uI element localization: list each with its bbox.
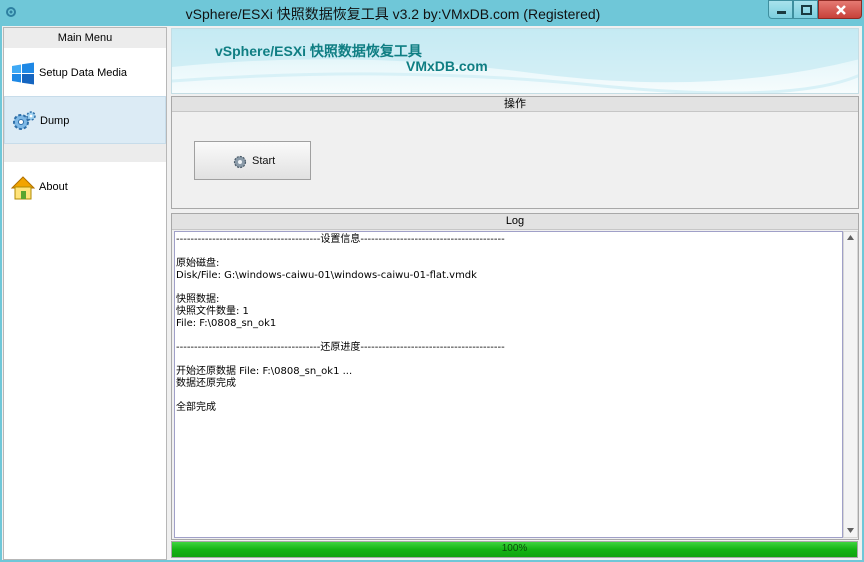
start-button[interactable]: Start	[194, 141, 311, 180]
title-bar: vSphere/ESXi 快照数据恢复工具 v3.2 by:VMxDB.com …	[0, 0, 864, 26]
minimize-button[interactable]	[768, 0, 793, 19]
progress-label: 100%	[501, 543, 528, 554]
log-line: Disk/File: G:\windows-caiwu-01\windows-c…	[176, 270, 477, 281]
operations-panel: 操作 Start	[171, 96, 859, 209]
gear-icon	[233, 155, 247, 169]
banner-site: VMxDB.com	[406, 58, 488, 74]
log-scrollbar[interactable]	[843, 231, 858, 538]
sidebar-separator	[4, 144, 166, 162]
banner-title: vSphere/ESXi 快照数据恢复工具	[215, 43, 422, 59]
log-line: 开始还原数据 File: F:\0808_sn_ok1 ...	[176, 366, 353, 377]
operations-header: 操作	[172, 97, 858, 112]
close-icon	[836, 5, 846, 15]
windows-icon	[12, 62, 34, 85]
log-line: 快照数据:	[176, 294, 220, 305]
scroll-down-icon[interactable]	[847, 528, 854, 533]
sidebar-item-setup-data-media[interactable]: Setup Data Media	[4, 49, 166, 97]
window-title: vSphere/ESXi 快照数据恢复工具 v3.2 by:VMxDB.com …	[185, 6, 601, 22]
banner-wave-decoration	[172, 29, 858, 93]
maximize-icon	[801, 5, 812, 15]
main-menu-header: Main Menu	[4, 28, 166, 48]
log-textarea[interactable]: ----------------------------------------…	[174, 231, 843, 538]
log-content: ----------------------------------------…	[176, 234, 505, 414]
maximize-button[interactable]	[793, 0, 818, 19]
log-panel: Log ------------------------------------…	[171, 213, 859, 540]
scroll-up-icon[interactable]	[847, 235, 854, 240]
minimize-icon	[777, 11, 786, 14]
sidebar-item-label: Dump	[40, 115, 70, 127]
log-line: 数据还原完成	[176, 378, 236, 389]
start-button-label: Start	[252, 155, 276, 167]
log-line: ----------------------------------------…	[176, 234, 505, 245]
progress-bar: 100%	[171, 541, 858, 558]
log-header: Log	[172, 214, 858, 230]
sidebar-item-about[interactable]: About	[4, 163, 166, 211]
log-line: ----------------------------------------…	[176, 342, 505, 353]
main-menu-sidebar: Main Menu Setup Data Media Dump About	[3, 27, 167, 560]
close-button[interactable]	[818, 0, 862, 19]
log-line: 原始磁盘:	[176, 258, 220, 269]
log-line: 全部完成	[176, 402, 216, 413]
log-line: File: F:\0808_sn_ok1	[176, 318, 277, 329]
log-line: 快照文件数量: 1	[176, 306, 249, 317]
sidebar-item-label: About	[39, 181, 68, 193]
header-banner: vSphere/ESXi 快照数据恢复工具 VMxDB.com	[171, 28, 859, 94]
sidebar-item-label: Setup Data Media	[39, 67, 128, 79]
gears-icon	[13, 111, 36, 130]
house-icon	[10, 176, 36, 200]
sidebar-item-dump[interactable]: Dump	[4, 96, 166, 144]
